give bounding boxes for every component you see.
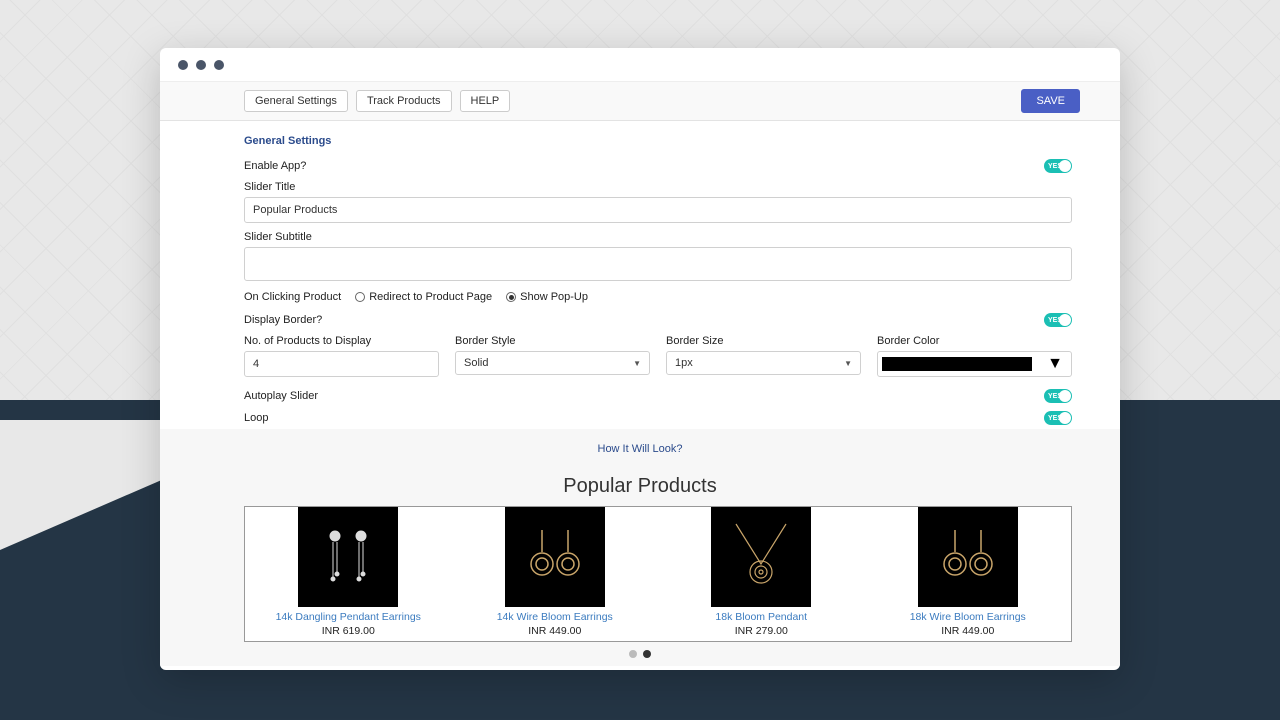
border-size-label: Border Size — [666, 335, 861, 347]
window-titlebar — [160, 48, 1120, 82]
border-style-value: Solid — [464, 357, 488, 369]
save-button[interactable]: SAVE — [1021, 89, 1080, 113]
product-card[interactable]: 14k Dangling Pendant Earrings INR 619.00 — [245, 507, 452, 641]
radio-icon — [506, 292, 516, 302]
display-border-toggle[interactable]: YES — [1044, 313, 1072, 327]
product-image — [711, 507, 811, 607]
enable-app-toggle[interactable]: YES — [1044, 159, 1072, 173]
autoplay-label: Autoplay Slider — [244, 390, 318, 402]
radio-popup[interactable]: Show Pop-Up — [506, 291, 588, 303]
toggle-knob — [1059, 412, 1071, 424]
window-dot[interactable] — [178, 60, 188, 70]
loop-row: Loop YES — [160, 407, 1120, 429]
border-color-label: Border Color — [877, 335, 1072, 347]
display-border-row: Display Border? YES — [160, 309, 1120, 331]
window-dot[interactable] — [196, 60, 206, 70]
tab-general-settings[interactable]: General Settings — [244, 90, 348, 112]
product-price: INR 279.00 — [662, 625, 861, 637]
toggle-knob — [1059, 160, 1071, 172]
product-card[interactable]: 18k Wire Bloom Earrings INR 449.00 — [865, 507, 1072, 641]
chevron-down-icon: ▼ — [844, 359, 852, 368]
pager-dot[interactable] — [629, 650, 637, 658]
product-name: 18k Wire Bloom Earrings — [869, 611, 1068, 623]
radio-icon — [355, 292, 365, 302]
radio-popup-label: Show Pop-Up — [520, 291, 588, 303]
toggle-knob — [1059, 390, 1071, 402]
preview-title: Popular Products — [160, 475, 1120, 498]
earring-rose-icon — [520, 522, 590, 592]
slider-title-label: Slider Title — [244, 181, 1072, 193]
slider-subtitle-label: Slider Subtitle — [244, 231, 1072, 243]
autoplay-toggle[interactable]: YES — [1044, 389, 1072, 403]
products-num-label: No. of Products to Display — [244, 335, 439, 347]
product-image — [298, 507, 398, 607]
section-title: General Settings — [160, 121, 1120, 155]
pager-dot[interactable] — [643, 650, 651, 658]
product-slider: 14k Dangling Pendant Earrings INR 619.00 — [244, 506, 1072, 642]
loop-toggle[interactable]: YES — [1044, 411, 1072, 425]
toolbar: General Settings Track Products HELP SAV… — [160, 82, 1120, 121]
border-style-select[interactable]: Solid ▼ — [455, 351, 650, 375]
earring-rose-icon — [933, 522, 1003, 592]
radio-redirect-label: Redirect to Product Page — [369, 291, 492, 303]
on-click-label: On Clicking Product — [244, 291, 341, 303]
product-name: 14k Dangling Pendant Earrings — [249, 611, 448, 623]
border-style-label: Border Style — [455, 335, 650, 347]
window-dot[interactable] — [214, 60, 224, 70]
color-swatch — [882, 357, 1032, 371]
toggle-knob — [1059, 314, 1071, 326]
enable-app-label: Enable App? — [244, 160, 306, 172]
radio-redirect[interactable]: Redirect to Product Page — [355, 291, 492, 303]
products-num-input[interactable] — [244, 351, 439, 377]
loop-label: Loop — [244, 412, 268, 424]
product-name: 18k Bloom Pendant — [662, 611, 861, 623]
preview-link[interactable]: How It Will Look? — [598, 443, 683, 455]
slider-title-input[interactable] — [244, 197, 1072, 223]
product-card[interactable]: 14k Wire Bloom Earrings INR 449.00 — [452, 507, 659, 641]
preview-section: How It Will Look? Popular Products — [160, 429, 1120, 666]
product-name: 14k Wire Bloom Earrings — [456, 611, 655, 623]
tab-track-products[interactable]: Track Products — [356, 90, 452, 112]
product-card[interactable]: 18k Bloom Pendant INR 279.00 — [658, 507, 865, 641]
product-price: INR 619.00 — [249, 625, 448, 637]
chevron-down-icon: ▼ — [633, 359, 641, 368]
product-price: INR 449.00 — [869, 625, 1068, 637]
border-size-select[interactable]: 1px ▼ — [666, 351, 861, 375]
border-color-picker[interactable]: ▼ — [877, 351, 1072, 377]
on-click-row: On Clicking Product Redirect to Product … — [160, 285, 1120, 309]
slider-subtitle-input[interactable] — [244, 247, 1072, 281]
product-price: INR 449.00 — [456, 625, 655, 637]
display-border-label: Display Border? — [244, 314, 322, 326]
chevron-down-icon: ▼ — [1047, 355, 1063, 373]
tab-help[interactable]: HELP — [460, 90, 511, 112]
earring-dangle-icon — [313, 522, 383, 592]
content-area: General Settings Enable App? YES Slider … — [160, 121, 1120, 670]
app-window: General Settings Track Products HELP SAV… — [160, 48, 1120, 670]
product-image — [918, 507, 1018, 607]
pendant-rose-icon — [726, 522, 796, 592]
autoplay-row: Autoplay Slider YES — [160, 385, 1120, 407]
enable-app-row: Enable App? YES — [160, 155, 1120, 177]
product-image — [505, 507, 605, 607]
border-size-value: 1px — [675, 357, 693, 369]
slider-pager — [160, 642, 1120, 666]
